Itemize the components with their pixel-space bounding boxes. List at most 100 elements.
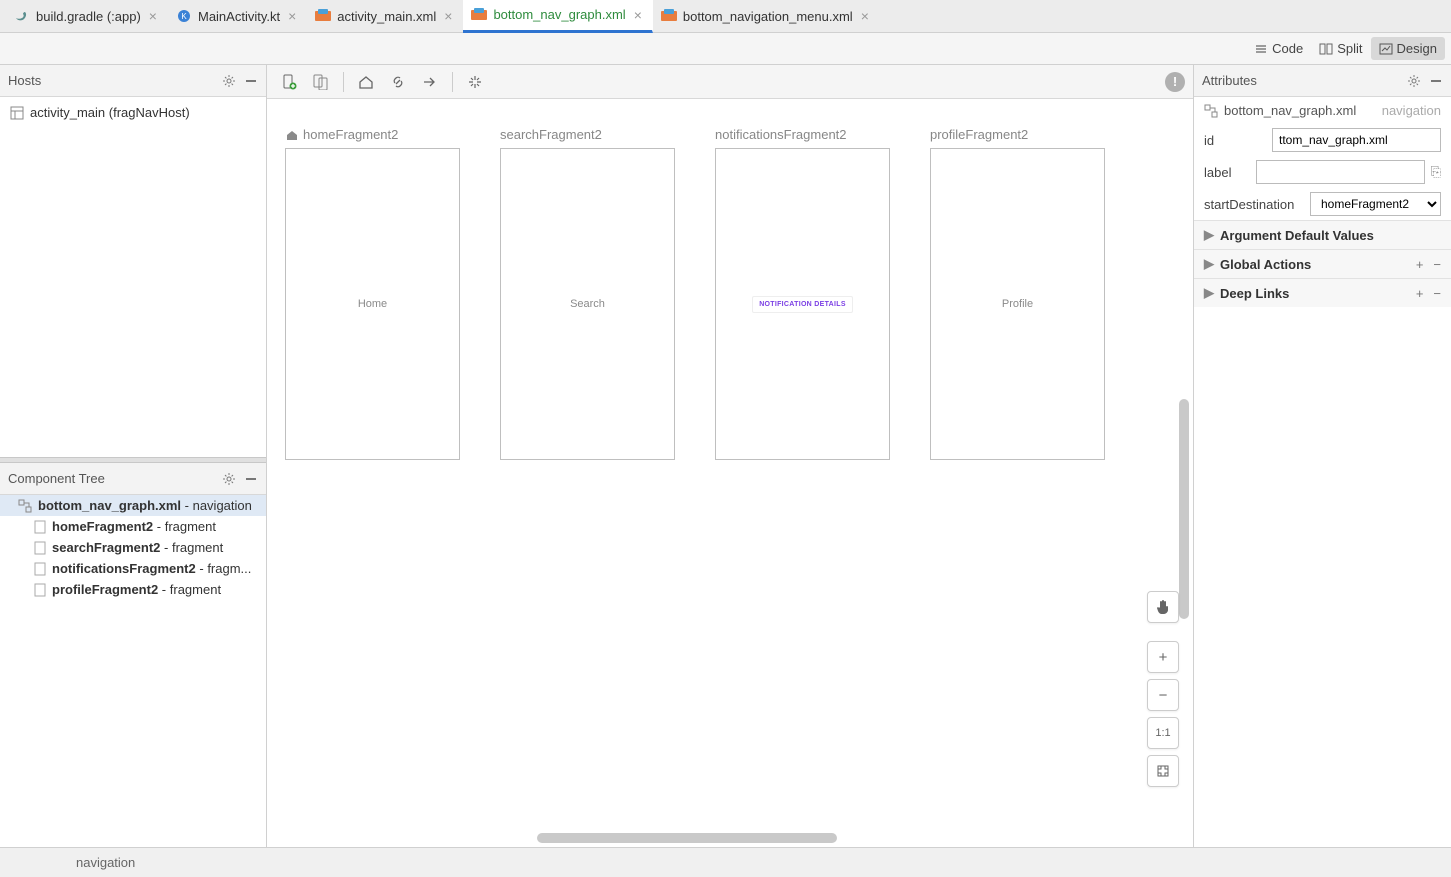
view-split-button[interactable]: Split <box>1311 37 1370 60</box>
add-icon[interactable]: + <box>1416 257 1424 272</box>
view-split-label: Split <box>1337 41 1362 56</box>
component-tree-item[interactable]: homeFragment2 - fragment <box>0 516 266 537</box>
new-destination-button[interactable] <box>275 68 303 96</box>
attr-label-input[interactable] <box>1256 160 1425 184</box>
hosts-title: Hosts <box>8 73 41 88</box>
fragment-icon <box>34 520 46 534</box>
design-icon <box>1379 42 1393 56</box>
remove-icon[interactable]: − <box>1433 286 1441 301</box>
attributes-file-type: navigation <box>1382 103 1441 118</box>
zoom-in-button[interactable]: + <box>1147 641 1179 673</box>
fragment-title: notificationsFragment2 <box>715 127 890 142</box>
status-bar: navigation <box>0 847 1451 877</box>
attr-id-label: id <box>1204 133 1266 148</box>
tab-mainactivity[interactable]: K MainActivity.kt × <box>168 0 307 33</box>
fragment-icon <box>34 541 46 555</box>
tab-bottom-nav-graph[interactable]: bottom_nav_graph.xml × <box>463 0 652 33</box>
horizontal-scrollbar[interactable] <box>537 833 837 843</box>
more-icon[interactable]: ⎘ <box>1431 164 1441 180</box>
separator <box>343 72 344 92</box>
notification-details-button: NOTIFICATION DETAILS <box>752 296 853 313</box>
fragment-title: profileFragment2 <box>930 127 1105 142</box>
view-design-button[interactable]: Design <box>1371 37 1445 60</box>
tab-label: bottom_navigation_menu.xml <box>683 9 853 24</box>
close-icon[interactable]: × <box>286 8 298 24</box>
fragment-icon <box>34 562 46 576</box>
fragment-preview: Profile <box>930 148 1105 460</box>
separator <box>452 72 453 92</box>
deeplink-button[interactable] <box>384 68 412 96</box>
tab-bottom-navigation-menu[interactable]: bottom_navigation_menu.xml × <box>653 0 880 33</box>
section-global-actions[interactable]: ▶ Global Actions + − <box>1194 249 1451 278</box>
component-tree-body: bottom_nav_graph.xml - navigation homeFr… <box>0 495 266 847</box>
editor-tabs: build.gradle (:app) × K MainActivity.kt … <box>0 0 1451 33</box>
xml-icon <box>315 8 331 24</box>
attr-startdest-label: startDestination <box>1204 197 1304 212</box>
attr-label-row: label ⎘ <box>1194 156 1451 188</box>
add-icon[interactable]: + <box>1416 286 1424 301</box>
host-label: activity_main (fragNavHost) <box>30 105 190 120</box>
zoom-fit-button[interactable] <box>1147 755 1179 787</box>
zoom-controls: + − 1:1 <box>1147 591 1179 787</box>
fragment-title: searchFragment2 <box>500 127 675 142</box>
attr-id-row: id <box>1194 124 1451 156</box>
chevron-right-icon: ▶ <box>1204 227 1214 243</box>
zoom-reset-button[interactable]: 1:1 <box>1147 717 1179 749</box>
attr-label-label: label <box>1204 165 1250 180</box>
gear-icon[interactable] <box>1407 74 1421 88</box>
fragment-card-notifications[interactable]: notificationsFragment2 NOTIFICATION DETA… <box>715 127 890 460</box>
close-icon[interactable]: × <box>632 7 644 23</box>
canvas-toolbar: ! <box>267 65 1193 99</box>
gear-icon[interactable] <box>222 74 236 88</box>
chevron-right-icon: ▶ <box>1204 285 1214 301</box>
host-item[interactable]: activity_main (fragNavHost) <box>10 103 256 122</box>
vertical-scrollbar[interactable] <box>1179 399 1189 619</box>
component-tree-item[interactable]: searchFragment2 - fragment <box>0 537 266 558</box>
tab-build-gradle[interactable]: build.gradle (:app) × <box>6 0 168 33</box>
minimize-icon[interactable] <box>244 472 258 486</box>
split-icon <box>1319 42 1333 56</box>
fragment-card-search[interactable]: searchFragment2 Search <box>500 127 675 460</box>
fragment-card-profile[interactable]: profileFragment2 Profile <box>930 127 1105 460</box>
section-deep-links[interactable]: ▶ Deep Links + − <box>1194 278 1451 307</box>
attributes-file-name: bottom_nav_graph.xml <box>1224 103 1356 118</box>
code-icon <box>1254 42 1268 56</box>
left-panel: Hosts activity_main (fragNavHost) Compon… <box>0 65 267 847</box>
close-icon[interactable]: × <box>859 8 871 24</box>
attributes-file-row: bottom_nav_graph.xml navigation <box>1194 97 1451 124</box>
view-code-button[interactable]: Code <box>1246 37 1311 60</box>
kotlin-icon: K <box>176 8 192 24</box>
component-tree-item[interactable]: notificationsFragment2 - fragm... <box>0 558 266 579</box>
auto-arrange-button[interactable] <box>461 68 489 96</box>
attributes-panel: Attributes bottom_nav_graph.xml navigati… <box>1193 65 1451 847</box>
layout-icon <box>10 106 24 120</box>
start-home-icon <box>285 128 299 142</box>
main-layout: Hosts activity_main (fragNavHost) Compon… <box>0 65 1451 847</box>
zoom-out-button[interactable]: − <box>1147 679 1179 711</box>
home-button[interactable] <box>352 68 380 96</box>
action-button[interactable] <box>416 68 444 96</box>
minimize-icon[interactable] <box>1429 74 1443 88</box>
attr-startdest-select[interactable]: homeFragment2 <box>1310 192 1441 216</box>
nested-graph-button[interactable] <box>307 68 335 96</box>
nav-icon <box>1204 104 1218 118</box>
tab-label: build.gradle (:app) <box>36 9 141 24</box>
fragment-card-home[interactable]: homeFragment2 Home <box>285 127 460 460</box>
section-arg-defaults[interactable]: ▶ Argument Default Values <box>1194 220 1451 249</box>
design-canvas[interactable]: homeFragment2 Home searchFragment2 Searc… <box>267 99 1193 847</box>
minimize-icon[interactable] <box>244 74 258 88</box>
view-code-label: Code <box>1272 41 1303 56</box>
fragment-row: homeFragment2 Home searchFragment2 Searc… <box>267 99 1193 488</box>
close-icon[interactable]: × <box>442 8 454 24</box>
component-tree-root[interactable]: bottom_nav_graph.xml - navigation <box>0 495 266 516</box>
warnings-badge[interactable]: ! <box>1165 72 1185 92</box>
remove-icon[interactable]: − <box>1433 257 1441 272</box>
close-icon[interactable]: × <box>147 8 159 24</box>
tab-label: MainActivity.kt <box>198 9 280 24</box>
gear-icon[interactable] <box>222 472 236 486</box>
tab-label: activity_main.xml <box>337 9 436 24</box>
tab-activity-main-xml[interactable]: activity_main.xml × <box>307 0 463 33</box>
pan-button[interactable] <box>1147 591 1179 623</box>
component-tree-item[interactable]: profileFragment2 - fragment <box>0 579 266 600</box>
attr-id-input[interactable] <box>1272 128 1441 152</box>
